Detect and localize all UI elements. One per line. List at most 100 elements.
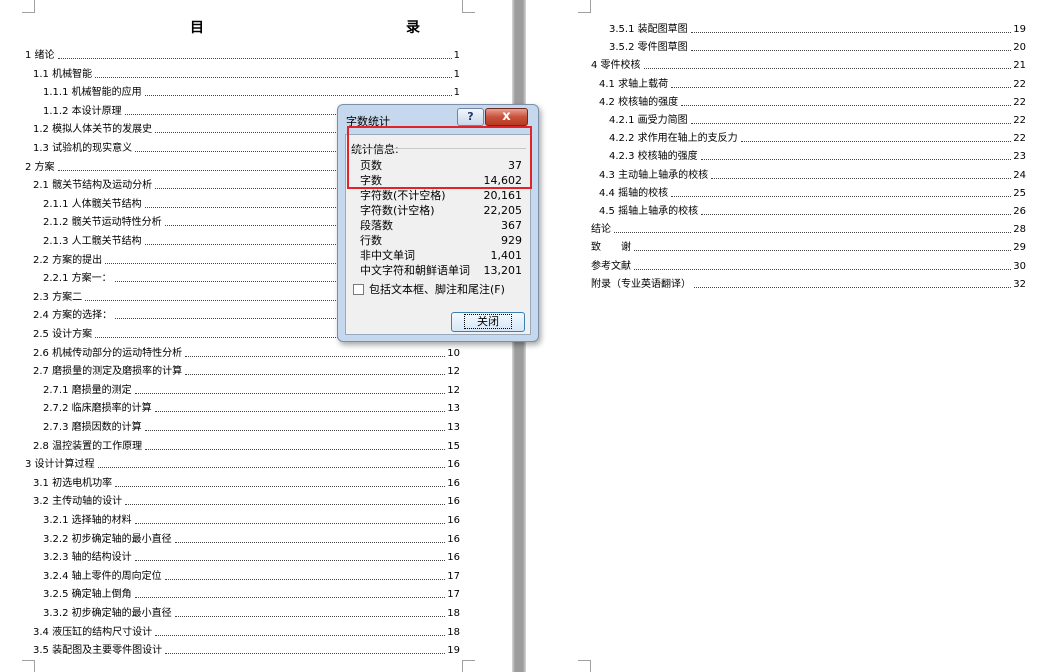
toc-leader-dots bbox=[154, 411, 446, 413]
toc-entry-label: 4.5 摇轴上轴承的校核 bbox=[599, 206, 699, 217]
toc-leader-dots bbox=[700, 159, 1012, 161]
toc-entry[interactable]: 3.2 主传动轴的设计 16 bbox=[33, 490, 460, 508]
toc-entry-label: 参考文献 bbox=[591, 260, 631, 272]
highlight-box bbox=[347, 126, 532, 189]
toc-entry[interactable]: 4.1 求轴上载荷 22 bbox=[599, 73, 1026, 91]
toc-entry-label: 3.5.2 零件图草图 bbox=[609, 42, 688, 54]
toc-entry[interactable]: 2.6 机械传动部分的运动特性分析 10 bbox=[33, 342, 460, 360]
toc-entry-page: 1 bbox=[453, 87, 460, 99]
toc-entry[interactable]: 1 绪论 1 bbox=[25, 44, 460, 62]
toc-leader-dots bbox=[694, 286, 1012, 288]
toc-entry-page: 13 bbox=[447, 403, 460, 415]
toc-entry[interactable]: 2.7.2 临床磨损率的计算 13 bbox=[43, 397, 460, 415]
toc-entry-page: 16 bbox=[447, 533, 460, 545]
toc-entry[interactable]: 3.1 初选电机功率 16 bbox=[33, 472, 460, 490]
toc-leader-dots bbox=[57, 58, 452, 59]
stat-row: 字符数(计空格) 22,205 bbox=[360, 203, 522, 218]
toc-entry[interactable]: 3.3.2 初步确定轴的最小直径 18 bbox=[43, 602, 460, 620]
toc-entry-page: 23 bbox=[1013, 151, 1026, 163]
document-page-right: 3.5.1 装配图草图 19 3.5.2 零件图草图 20 4 零件校核 21 4.1 求轴… bbox=[526, 0, 1041, 672]
stat-value: 367 bbox=[501, 219, 522, 232]
toc-entry[interactable]: 2.8 温控装置的工作原理 15 bbox=[33, 435, 460, 453]
toc-entry[interactable]: 3.5 装配图及主要零件图设计 19 bbox=[33, 639, 460, 657]
toc-entry-label: 1.1.2 本设计原理 bbox=[43, 105, 122, 117]
include-textboxes-checkbox[interactable] bbox=[353, 284, 364, 295]
toc-entry[interactable]: 4.4 摇轴的校核 25 bbox=[599, 182, 1026, 200]
toc-leader-dots bbox=[185, 355, 446, 357]
toc-entry-label: 1.1.1 机械智能的应用 bbox=[43, 87, 142, 99]
toc-entry[interactable]: 3.2.5 确定轴上倒角 17 bbox=[43, 583, 460, 601]
toc-entry[interactable]: 3.2.4 轴上零件的周向定位 17 bbox=[43, 565, 460, 583]
toc-entry-label: 2.2.1 方案一： bbox=[43, 273, 112, 285]
close-button[interactable]: 关闭 bbox=[451, 312, 525, 332]
toc-entry[interactable]: 结论 28 bbox=[591, 218, 1026, 236]
toc-entry-page: 29 bbox=[1013, 242, 1026, 254]
toc-entry[interactable]: 3.2.2 初步确定轴的最小直径 16 bbox=[43, 528, 460, 546]
toc-entry[interactable]: 4.3 主动轴上轴承的校核 24 bbox=[599, 164, 1026, 182]
page-corner-mark bbox=[578, 660, 591, 672]
toc-entry[interactable]: 2.7.3 磨损因数的计算 13 bbox=[43, 416, 460, 434]
toc-entry-label: 2.1 髋关节结构及运动分析 bbox=[33, 180, 153, 192]
toc-entry[interactable]: 1.1.1 机械智能的应用 1 bbox=[43, 81, 460, 99]
toc-entry[interactable]: 1.1 机械智能 1 bbox=[33, 63, 460, 81]
toc-leader-dots bbox=[185, 374, 446, 376]
close-icon[interactable]: x bbox=[485, 108, 528, 126]
toc-entry-page: 12 bbox=[447, 366, 460, 378]
toc-entry[interactable]: 4.2 校核轴的强度 22 bbox=[599, 91, 1026, 109]
toc-leader-dots bbox=[174, 541, 446, 543]
toc-entry-label: 2.7.2 临床磨损率的计算 bbox=[43, 403, 152, 415]
include-textboxes-option[interactable]: 包括文本框、脚注和尾注(F) bbox=[353, 283, 505, 296]
help-button[interactable]: ? bbox=[457, 108, 484, 126]
toc-entry-label: 4.2.2 求作用在轴上的支反力 bbox=[609, 133, 738, 145]
stat-value: 1,401 bbox=[490, 249, 523, 262]
toc-entry-page: 16 bbox=[447, 515, 460, 526]
toc-entry-label: 2.1.3 人工髋关节结构 bbox=[43, 236, 142, 247]
stat-row: 非中文单词 1,401 bbox=[360, 248, 522, 263]
word-count-dialog: 字数统计 ? x 统计信息: 页数 37 字数 14,602 字符数(不计空格) 20,1… bbox=[337, 104, 539, 342]
toc-entry-label: 4.2.1 画受力简图 bbox=[609, 115, 688, 126]
toc-entry-page: 22 bbox=[1013, 96, 1026, 108]
toc-leader-dots bbox=[690, 50, 1012, 52]
toc-entry[interactable]: 2.7 磨损量的测定及磨损率的计算 12 bbox=[33, 360, 460, 378]
toc-entry[interactable]: 3.2.1 选择轴的材料 16 bbox=[43, 509, 460, 527]
toc-entry[interactable]: 2.7.1 磨损量的测定 12 bbox=[43, 379, 460, 397]
toc-entry[interactable]: 4.2.2 求作用在轴上的支反力 22 bbox=[609, 127, 1026, 145]
toc-leader-dots bbox=[614, 232, 1012, 234]
toc-entry-label: 2.2 方案的提出 bbox=[33, 254, 103, 266]
toc-entry[interactable]: 4 零件校核 21 bbox=[591, 54, 1026, 72]
toc-entry-label: 致 谢 bbox=[591, 242, 631, 254]
toc-entry[interactable]: 参考文献 30 bbox=[591, 255, 1026, 273]
stat-label: 段落数 bbox=[360, 219, 393, 232]
toc-entry-label: 1.1 机械智能 bbox=[33, 68, 93, 80]
toc-entry-page: 1 bbox=[453, 50, 460, 61]
toc-leader-dots bbox=[711, 177, 1012, 179]
toc-entry-page: 16 bbox=[447, 552, 460, 564]
toc-leader-dots bbox=[165, 653, 446, 655]
toc-entry[interactable]: 3.2.3 轴的结构设计 16 bbox=[43, 546, 460, 564]
toc-entry-page: 19 bbox=[447, 645, 460, 657]
toc-entry[interactable]: 致 谢 29 bbox=[591, 236, 1026, 254]
toc-entry[interactable]: 4.2.3 校核轴的强度 23 bbox=[609, 145, 1026, 163]
toc-entry-page: 18 bbox=[447, 608, 460, 619]
stat-row: 行数 929 bbox=[360, 233, 522, 248]
toc-leader-dots bbox=[134, 392, 446, 394]
toc-entry-page: 22 bbox=[1013, 133, 1026, 145]
toc-leader-dots bbox=[690, 123, 1012, 124]
toc-entry[interactable]: 附录（专业英语翻译） 32 bbox=[591, 273, 1026, 291]
toc-entry-page: 16 bbox=[447, 459, 460, 471]
toc-entry[interactable]: 4.2.1 画受力简图 22 bbox=[609, 109, 1026, 127]
toc-entry-label: 4 零件校核 bbox=[591, 60, 641, 72]
toc-leader-dots bbox=[634, 268, 1012, 270]
toc-leader-dots bbox=[155, 634, 446, 636]
toc-entry[interactable]: 4.5 摇轴上轴承的校核 26 bbox=[599, 200, 1026, 218]
toc-entry[interactable]: 3.5.2 零件图草图 20 bbox=[609, 36, 1026, 54]
toc-entry[interactable]: 3 设计计算过程 16 bbox=[25, 453, 460, 471]
toc-entry[interactable]: 3.5.1 装配图草图 19 bbox=[609, 18, 1026, 36]
toc-leader-dots bbox=[681, 104, 1012, 106]
toc-entry-label: 4.3 主动轴上轴承的校核 bbox=[599, 169, 709, 181]
page-corner-mark bbox=[22, 660, 35, 672]
toc-entry-label: 2.7.3 磨损因数的计算 bbox=[43, 422, 142, 433]
toc-leader-dots bbox=[740, 141, 1012, 143]
toc-entry[interactable]: 3.4 液压缸的结构尺寸设计 18 bbox=[33, 621, 460, 639]
toc-leader-dots bbox=[134, 597, 446, 599]
